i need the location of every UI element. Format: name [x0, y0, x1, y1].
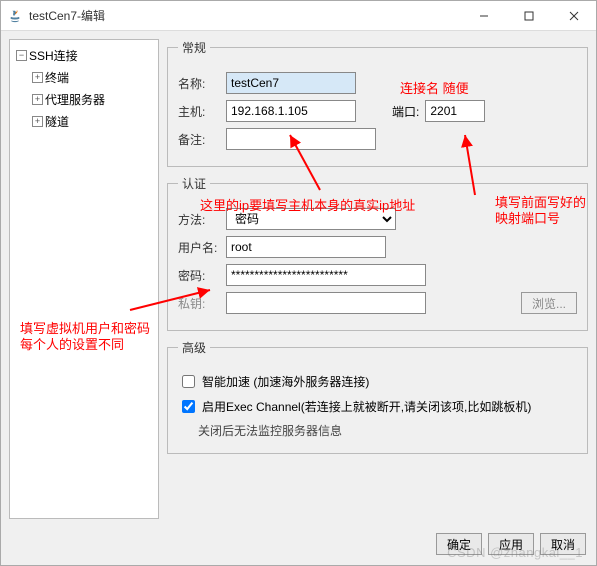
exec-note: 关闭后无法监控服务器信息: [198, 422, 342, 439]
cancel-button[interactable]: 取消: [540, 533, 586, 555]
remark-input[interactable]: [226, 128, 376, 150]
collapse-icon[interactable]: −: [16, 50, 27, 61]
tree-root-label: SSH连接: [29, 47, 78, 64]
maximize-button[interactable]: [506, 1, 551, 31]
titlebar: testCen7-编辑: [1, 1, 596, 31]
tree-item-tunnel[interactable]: + 隧道: [12, 110, 156, 132]
auth-group: 认证 方法: 密码 用户名: 密码: 私钥:: [167, 175, 588, 331]
advanced-group: 高级 智能加速 (加速海外服务器连接) 启用Exec Channel(若连接上就…: [167, 339, 588, 454]
expand-icon[interactable]: +: [32, 116, 43, 127]
window-title: testCen7-编辑: [29, 7, 105, 24]
footer: 确定 应用 取消: [1, 527, 596, 565]
content-area: − SSH连接 + 终端 + 代理服务器 + 隧道 常规 名称:: [1, 31, 596, 527]
speed-label: 智能加速 (加速海外服务器连接): [202, 373, 369, 390]
tree-item-terminal[interactable]: + 终端: [12, 66, 156, 88]
exec-checkbox[interactable]: [182, 400, 195, 413]
name-label: 名称:: [178, 75, 220, 92]
method-select[interactable]: 密码: [226, 208, 396, 230]
browse-button: 浏览...: [521, 292, 577, 314]
name-input[interactable]: [226, 72, 356, 94]
host-label: 主机:: [178, 103, 220, 120]
speed-checkbox[interactable]: [182, 375, 195, 388]
remark-label: 备注:: [178, 131, 220, 148]
tree-item-label: 隧道: [45, 113, 69, 130]
general-legend: 常规: [178, 39, 210, 56]
expand-icon[interactable]: +: [32, 72, 43, 83]
tree-item-label: 代理服务器: [45, 91, 105, 108]
exec-label: 启用Exec Channel(若连接上就被断开,请关闭该项,比如跳板机): [202, 398, 531, 415]
tree-root-ssh[interactable]: − SSH连接: [12, 44, 156, 66]
ok-button[interactable]: 确定: [436, 533, 482, 555]
auth-legend: 认证: [178, 175, 210, 192]
key-input: [226, 292, 426, 314]
window: testCen7-编辑 − SSH连接 + 终端 + 代理服务器 + 隧道: [0, 0, 597, 566]
user-label: 用户名:: [178, 239, 220, 256]
close-button[interactable]: [551, 1, 596, 31]
main-panel: 常规 名称: 主机: 端口: 备注: 认证: [167, 39, 588, 519]
password-input[interactable]: [226, 264, 426, 286]
java-icon: [7, 8, 23, 24]
key-label: 私钥:: [178, 295, 220, 312]
sidebar: − SSH连接 + 终端 + 代理服务器 + 隧道: [9, 39, 159, 519]
password-label: 密码:: [178, 267, 220, 284]
general-group: 常规 名称: 主机: 端口: 备注:: [167, 39, 588, 167]
port-label: 端口:: [392, 103, 419, 120]
minimize-button[interactable]: [461, 1, 506, 31]
tree-item-label: 终端: [45, 69, 69, 86]
port-input[interactable]: [425, 100, 485, 122]
tree-item-proxy[interactable]: + 代理服务器: [12, 88, 156, 110]
advanced-legend: 高级: [178, 339, 210, 356]
user-input[interactable]: [226, 236, 386, 258]
expand-icon[interactable]: +: [32, 94, 43, 105]
host-input[interactable]: [226, 100, 356, 122]
method-label: 方法:: [178, 211, 220, 228]
apply-button[interactable]: 应用: [488, 533, 534, 555]
